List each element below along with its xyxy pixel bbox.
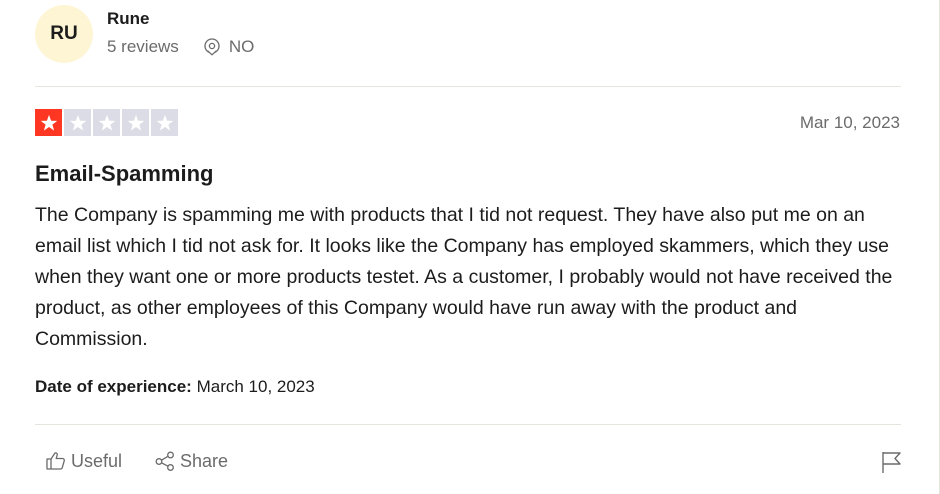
- share-icon: [155, 451, 174, 471]
- consumer-location: NO: [203, 37, 255, 57]
- review-card: RU Rune 5 reviews NO Mar 10, 2023 Email-…: [0, 0, 940, 494]
- consumer-meta: 5 reviews NO: [107, 37, 254, 57]
- star-empty-icon: [64, 109, 91, 136]
- consumer-name[interactable]: Rune: [107, 9, 150, 29]
- useful-button[interactable]: Useful: [45, 450, 122, 472]
- header-divider: [35, 86, 901, 87]
- flag-icon: [882, 452, 901, 473]
- star-empty-icon: [122, 109, 149, 136]
- footer-divider: [35, 424, 901, 425]
- experience-label: Date of experience:: [35, 377, 192, 396]
- star-rating: [35, 109, 180, 136]
- location-pin-icon: [204, 38, 220, 56]
- review-actions: Useful Share: [45, 450, 228, 472]
- review-body: The Company is spamming me with products…: [35, 204, 893, 350]
- star-filled-icon: [35, 109, 62, 136]
- report-flag-button[interactable]: [880, 450, 904, 479]
- thumbs-up-icon: [46, 452, 65, 470]
- star-empty-icon: [151, 109, 178, 136]
- star-empty-icon: [93, 109, 120, 136]
- date-of-experience: Date of experience: March 10, 2023: [35, 377, 315, 397]
- share-button[interactable]: Share: [154, 450, 228, 472]
- reviews-count: 5 reviews: [107, 37, 179, 56]
- review-date: Mar 10, 2023: [799, 113, 900, 132]
- review-title[interactable]: Email-Spamming: [35, 161, 213, 187]
- useful-label: Useful: [71, 450, 123, 471]
- avatar[interactable]: RU: [35, 5, 93, 63]
- share-label: Share: [180, 450, 229, 471]
- experience-date: March 10, 2023: [196, 377, 315, 396]
- country-code: NO: [228, 37, 255, 56]
